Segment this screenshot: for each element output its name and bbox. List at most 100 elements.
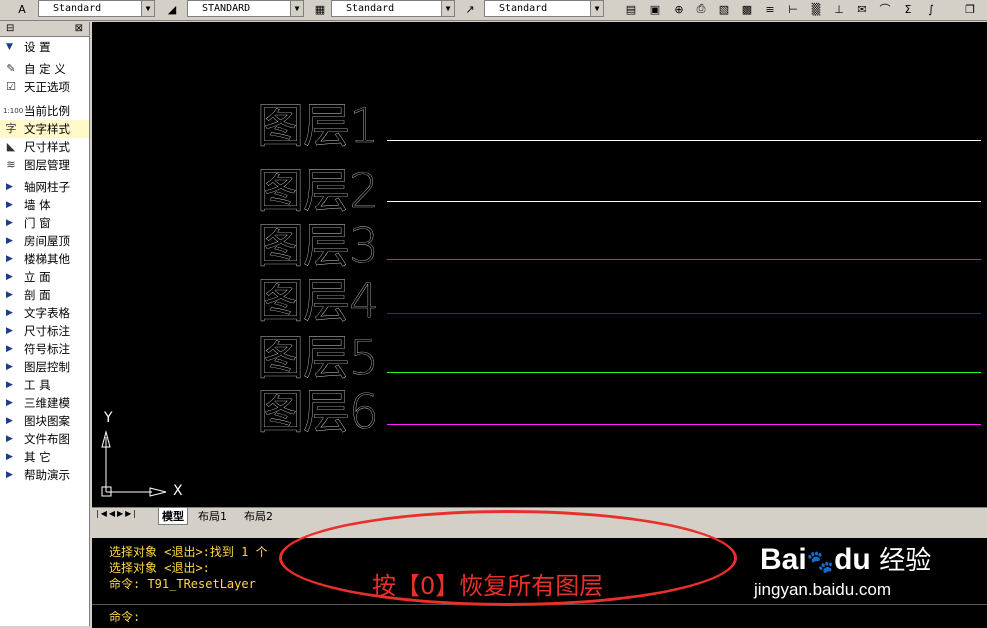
dim-style-combo[interactable]: STANDARD ▼ — [187, 0, 304, 17]
layer-label[interactable]: 图层6 — [257, 387, 379, 438]
sidebar-menu-item[interactable]: ▶ 文字表格 — [0, 304, 89, 322]
sidebar-menu-item[interactable]: ▶ 工 具 — [0, 376, 89, 394]
chevron-down-icon[interactable]: ▼ — [590, 1, 603, 16]
tab-layout2[interactable]: 布局2 — [244, 508, 273, 524]
chevron-right-icon: ▶ — [6, 470, 13, 480]
sidebar-menu-item[interactable]: ▶ 符号标注 — [0, 340, 89, 358]
properties-icon[interactable]: ▤ — [623, 1, 639, 17]
layer-line[interactable] — [387, 372, 981, 373]
sidebar-group-settings[interactable]: ▼ 设 置 — [0, 38, 89, 56]
layer-manage-icon: ≋ — [6, 158, 16, 171]
table-style-combo[interactable]: Standard ▼ — [331, 0, 455, 17]
layer-line[interactable] — [387, 313, 981, 314]
close-icon[interactable]: ⊠ — [75, 22, 83, 35]
sidebar-menu-item[interactable]: ▶ 图层控制 — [0, 358, 89, 376]
sidebar-menu-item[interactable]: ▶ 房间屋顶 — [0, 232, 89, 250]
sidebar-menu-label: 图块图案 — [24, 414, 70, 428]
sidebar-item-options[interactable]: ☑ 天正选项 — [0, 78, 89, 96]
chevron-right-icon: ▶ — [6, 182, 13, 192]
layer-line[interactable] — [387, 140, 981, 141]
chevron-right-icon: ▶ — [6, 218, 13, 228]
layer-line[interactable] — [387, 424, 981, 425]
text-style-icon[interactable]: A — [14, 1, 30, 17]
command-history-line: 命令: T91_TResetLayer — [109, 577, 256, 591]
watermark-brand: Bai — [760, 543, 807, 576]
text-style-combo[interactable]: Standard ▼ — [38, 0, 155, 17]
sidebar-menu-item[interactable]: ▶ 楼梯其他 — [0, 250, 89, 268]
multileader-style-combo[interactable]: Standard ▼ — [484, 0, 604, 17]
mail-icon[interactable]: ✉ — [854, 1, 870, 17]
chevron-right-icon: ▶ — [6, 452, 13, 462]
chevron-down-icon[interactable]: ▼ — [290, 1, 303, 16]
sidebar-menu-item[interactable]: ▶ 轴网柱子 — [0, 178, 89, 196]
chevron-down-icon[interactable]: ▼ — [141, 1, 154, 16]
sum-text-icon[interactable]: Σ — [900, 1, 916, 17]
hatch-icon[interactable]: ▒ — [808, 1, 824, 17]
sidebar-menu-label: 立 面 — [24, 270, 51, 284]
layer-label[interactable]: 图层1 — [257, 101, 379, 152]
sidebar-menu-item[interactable]: ▶ 立 面 — [0, 268, 89, 286]
options-icon: ☑ — [6, 80, 16, 93]
sidebar-item-customize[interactable]: ✎ 自 定 义 — [0, 60, 89, 78]
sidebar-menu-item[interactable]: ▶ 剖 面 — [0, 286, 89, 304]
baidu-watermark: Bai🐾du 经验 jingyan.baidu.com — [754, 540, 931, 599]
curve-icon[interactable]: ∫ — [923, 1, 939, 17]
dim-style-icon[interactable]: ◢ — [164, 1, 180, 17]
sidebar-menu-item[interactable]: ▶ 其 它 — [0, 448, 89, 466]
drawing-canvas[interactable]: 图层1 图层2 图层3 图层4 图层5 图层6 Y X — [92, 22, 987, 507]
layer-label[interactable]: 图层4 — [257, 276, 379, 327]
sidebar-menu-item[interactable]: ▶ 门 窗 — [0, 214, 89, 232]
layer-label[interactable]: 图层5 — [257, 333, 379, 384]
sidebar-menu-item[interactable]: ▶ 图块图案 — [0, 412, 89, 430]
layer-icon[interactable]: ▣ — [647, 1, 663, 17]
minimize-icon[interactable]: ⊟ — [6, 22, 14, 35]
tab-model[interactable]: 模型 — [158, 508, 188, 525]
tab-layout1[interactable]: 布局1 — [198, 508, 227, 524]
table-style-icon[interactable]: ▦ — [312, 1, 328, 17]
command-prompt[interactable]: 命令: — [109, 608, 140, 625]
chevron-down-icon: ▼ — [6, 42, 13, 52]
dim-style-value: STANDARD — [202, 3, 251, 14]
sidebar-menu-label: 门 窗 — [24, 216, 51, 230]
insert-icon[interactable]: ⊕ — [671, 1, 687, 17]
leader-icon[interactable]: ⊥ — [831, 1, 847, 17]
customize-icon: ✎ — [6, 62, 16, 75]
chevron-right-icon: ▶ — [6, 236, 13, 246]
sidebar-item-dim-style[interactable]: ◣ 尺寸样式 — [0, 138, 89, 156]
chevron-right-icon: ▶ — [6, 344, 13, 354]
sidebar-menu-item[interactable]: ▶ 三维建模 — [0, 394, 89, 412]
command-history-line: 选择对象 <退出>:找到 1 个 — [109, 545, 268, 559]
layer-line[interactable] — [387, 201, 981, 202]
layer-line[interactable] — [387, 259, 981, 260]
chevron-right-icon: ▶ — [6, 200, 13, 210]
scale-icon: 1:100 — [3, 107, 24, 115]
dimension-icon[interactable]: ⊢ — [785, 1, 801, 17]
sidebar-item-text-style[interactable]: 字 文字样式 — [0, 120, 89, 138]
sidebar-menu-label: 工 具 — [24, 378, 51, 392]
sidebar-menu-label: 楼梯其他 — [24, 252, 70, 266]
image-icon[interactable]: ▧ — [716, 1, 732, 17]
table-style-value: Standard — [346, 3, 395, 14]
chevron-down-icon[interactable]: ▼ — [441, 1, 454, 16]
arc-icon[interactable]: ⌒ — [877, 1, 893, 17]
sidebar-menu-label: 图层控制 — [24, 360, 70, 374]
layer-label[interactable]: 图层2 — [257, 166, 379, 217]
layer-label[interactable]: 图层3 — [257, 221, 379, 272]
sidebar-item-label: 尺寸样式 — [24, 140, 70, 154]
sidebar-item-layer-manage[interactable]: ≋ 图层管理 — [0, 156, 89, 174]
tab-nav-arrows-icon[interactable]: |◀◀▶▶| — [96, 509, 138, 518]
sidebar-menu-item[interactable]: ▶ 文件布图 — [0, 430, 89, 448]
settings-icon[interactable]: ▩ — [739, 1, 755, 17]
sidebar-item-label: 图层管理 — [24, 158, 70, 172]
multileader-style-icon[interactable]: ↗ — [462, 1, 478, 17]
sidebar-menu-item[interactable]: ▶ 墙 体 — [0, 196, 89, 214]
sidebar-menu-item[interactable]: ▶ 帮助演示 — [0, 466, 89, 484]
window-icon[interactable]: ❐ — [962, 1, 978, 17]
sidebar-menu-item[interactable]: ▶ 尺寸标注 — [0, 322, 89, 340]
sidebar-item-scale[interactable]: 1:100 当前比例 — [0, 102, 89, 120]
text-icon[interactable]: ≡ — [762, 1, 778, 17]
plot-icon[interactable]: ⎙ — [693, 1, 709, 17]
sidebar-item-label: 天正选项 — [24, 80, 70, 94]
top-toolbar: A Standard ▼ ◢ STANDARD ▼ ▦ Standard ▼ ↗… — [0, 0, 987, 21]
chevron-right-icon: ▶ — [6, 326, 13, 336]
